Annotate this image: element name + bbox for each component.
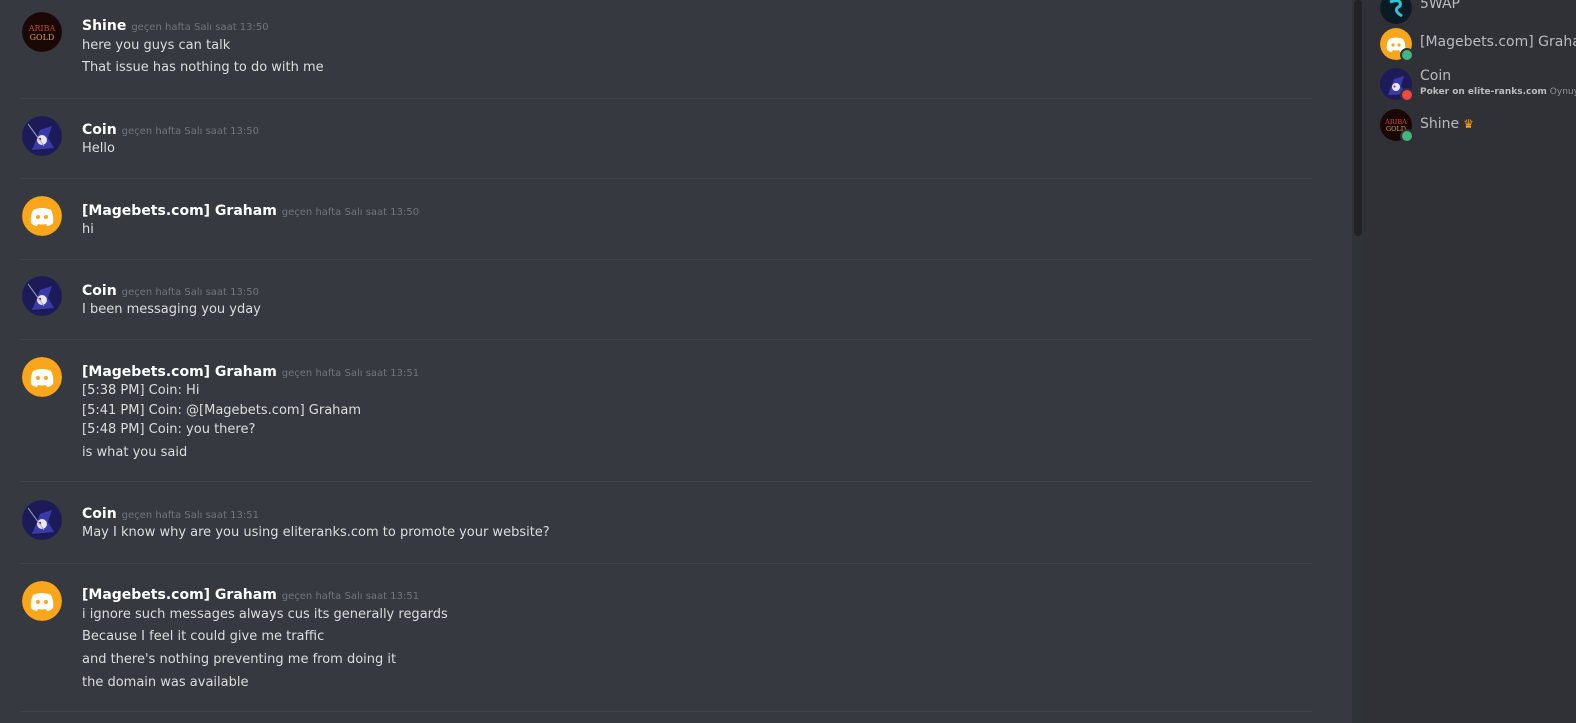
message-text: Because I feel it could give me traffic — [82, 629, 325, 644]
message-text: here you guys can talk — [82, 38, 231, 53]
message-timestamp: geçen hafta Salı saat 13:51 — [121, 510, 259, 521]
message-text: Hello — [82, 141, 115, 156]
message-author[interactable]: Coin — [82, 122, 117, 138]
message-divider — [20, 339, 1312, 340]
user-avatar[interactable] — [22, 500, 62, 540]
coin-avatar-icon — [22, 500, 62, 540]
message-text: I been messaging you yday — [82, 302, 261, 317]
user-avatar[interactable]: ARIBA GOLD — [22, 12, 62, 52]
message-text: and there's nothing preventing me from d… — [82, 652, 397, 667]
message-timestamp: geçen hafta Salı saat 13:50 — [121, 126, 259, 137]
member-item[interactable]: 5WAP — [1380, 0, 1576, 28]
discord-default-avatar-icon — [22, 196, 62, 236]
user-avatar[interactable] — [22, 357, 62, 397]
member-avatar — [1380, 0, 1412, 24]
message-author[interactable]: [Magebets.com] Graham — [82, 203, 277, 219]
user-avatar[interactable] — [22, 581, 62, 621]
crown-icon: ♛ — [1463, 117, 1474, 131]
chat-messages-pane[interactable]: ARIBA GOLD Shine geçen hafta Salı saat 13… — [0, 0, 1352, 723]
message-divider — [20, 563, 1312, 564]
message-author[interactable]: Coin — [82, 506, 117, 522]
coin-avatar-icon — [22, 116, 62, 156]
member-avatar: ARIBA GOLD — [1380, 109, 1414, 143]
member-name: [Magebets.com] Graham — [1420, 34, 1576, 50]
message-timestamp: geçen hafta Salı saat 13:51 — [281, 591, 420, 602]
user-avatar[interactable] — [22, 276, 62, 316]
message-divider — [20, 178, 1312, 179]
activity-rest: Oynuy — [1546, 87, 1576, 97]
member-name: 5WAP — [1420, 0, 1461, 12]
message-author[interactable]: [Magebets.com] Graham — [82, 587, 277, 603]
message-text: That issue has nothing to do with me — [82, 60, 324, 75]
message-text: is what you said — [82, 445, 188, 460]
member-name-text: Shine — [1420, 116, 1460, 132]
message-text: [5:48 PM] Coin: you there? — [82, 422, 256, 437]
message-divider — [20, 259, 1312, 260]
online-status-icon — [1400, 48, 1414, 62]
message-timestamp: geçen hafta Salı saat 13:50 — [131, 22, 269, 33]
svg-text:ARIBA: ARIBA — [28, 24, 56, 33]
message-timestamp: geçen hafta Salı saat 13:50 — [121, 287, 259, 298]
chat-scrollbar-thumb[interactable] — [1354, 0, 1362, 236]
message-text: [5:38 PM] Coin: Hi — [82, 383, 200, 398]
message-author[interactable]: [Magebets.com] Graham — [82, 364, 277, 380]
message-text: i ignore such messages always cus its ge… — [82, 607, 448, 622]
member-list: 5WAP [Magebets.com] Graham — [1364, 0, 1576, 723]
user-avatar[interactable] — [22, 196, 62, 236]
dnd-status-icon — [1400, 88, 1414, 102]
message-divider — [20, 481, 1312, 482]
message-text: [5:41 PM] Coin: @[Magebets.com] Graham — [82, 403, 362, 418]
online-status-icon — [1400, 129, 1414, 143]
activity-bold: Poker on elite-ranks.com — [1420, 87, 1547, 97]
discord-default-avatar-icon — [22, 357, 62, 397]
message-text: hi — [82, 222, 94, 237]
member-name: Shine ♛ — [1420, 116, 1474, 132]
message-timestamp: geçen hafta Salı saat 13:51 — [281, 368, 420, 379]
swap-avatar-icon — [1380, 0, 1412, 24]
member-activity: Poker on elite-ranks.com Oynuy — [1420, 87, 1576, 97]
discord-default-avatar-icon — [22, 581, 62, 621]
coin-avatar-icon — [22, 276, 62, 316]
member-item[interactable]: Coin Poker on elite-ranks.com Oynuy — [1380, 68, 1576, 108]
message-divider — [20, 711, 1312, 712]
member-avatar — [1380, 28, 1414, 62]
svg-text:GOLD: GOLD — [30, 33, 55, 42]
member-name: Coin — [1420, 68, 1452, 84]
member-avatar — [1380, 68, 1414, 102]
message-timestamp: geçen hafta Salı saat 13:50 — [281, 207, 420, 218]
ariba-gold-avatar-icon: ARIBA GOLD — [22, 12, 62, 52]
user-avatar[interactable] — [22, 116, 62, 156]
message-text: the domain was available — [82, 675, 249, 690]
member-item[interactable]: [Magebets.com] Graham — [1380, 28, 1576, 68]
member-item[interactable]: ARIBA GOLD Shine ♛ — [1380, 109, 1576, 149]
message-author[interactable]: Coin — [82, 283, 117, 299]
message-divider — [20, 98, 1312, 99]
message-author[interactable]: Shine — [82, 18, 126, 34]
message-text: May I know why are you using eliteranks.… — [82, 525, 550, 540]
